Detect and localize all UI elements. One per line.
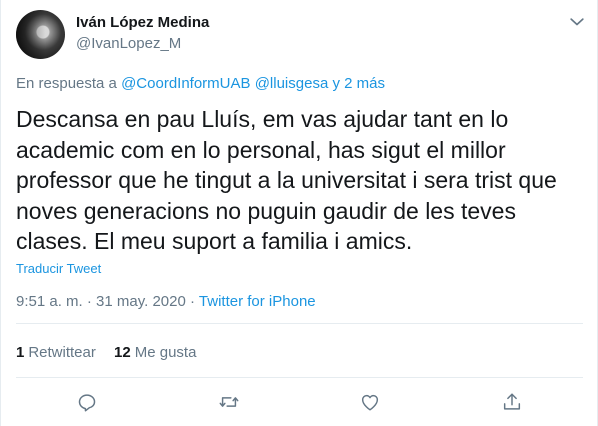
- reply-context: En respuesta a @CoordInformUAB @lluisges…: [16, 75, 385, 92]
- retweet-button[interactable]: [218, 391, 242, 415]
- mention-link[interactable]: @lluisgesa: [255, 75, 329, 92]
- tweet-stats: 1 Retwittear 12 Me gusta: [16, 344, 210, 361]
- like-icon: [361, 394, 379, 411]
- retweets-label: Retwittear: [28, 344, 96, 361]
- share-button[interactable]: [501, 391, 525, 415]
- author-name[interactable]: Iván López Medina: [76, 14, 209, 31]
- divider: [16, 323, 583, 324]
- tweet-text: Descansa en pau Lluís, em vas ajudar tan…: [16, 106, 557, 254]
- tweet-source-link[interactable]: Twitter for iPhone: [199, 293, 316, 310]
- likes-label: Me gusta: [134, 344, 197, 361]
- tweet-card: Iván López Medina @IvanLopez_M En respue…: [0, 0, 598, 426]
- author-handle[interactable]: @IvanLopez_M: [76, 35, 181, 52]
- meta-separator: ·: [86, 293, 92, 310]
- likes-stat[interactable]: 12 Me gusta: [114, 344, 196, 361]
- tweet-time[interactable]: 9:51 a. m.: [16, 293, 83, 310]
- reply-icon: [78, 394, 96, 412]
- tweet-date[interactable]: 31 may. 2020: [96, 293, 186, 310]
- more-mentions-link[interactable]: y 2 más: [332, 75, 385, 92]
- reply-button[interactable]: [76, 391, 100, 415]
- like-button[interactable]: [359, 391, 383, 415]
- retweets-count: 1: [16, 344, 25, 361]
- meta-separator: ·: [190, 293, 195, 310]
- divider: [16, 377, 583, 378]
- avatar-shade: [16, 10, 65, 59]
- reply-prefix: En respuesta a: [16, 75, 117, 92]
- retweets-stat[interactable]: 1 Retwittear: [16, 344, 96, 361]
- avatar[interactable]: [16, 10, 65, 59]
- retweet-icon: [219, 397, 239, 407]
- tweet-meta: 9:51 a. m. · 31 may. 2020 · Twitter for …: [16, 293, 316, 310]
- share-icon: [503, 393, 521, 410]
- likes-count: 12: [114, 344, 131, 361]
- chevron-down-icon[interactable]: [567, 12, 587, 32]
- translate-tweet-link[interactable]: Traducir Tweet: [16, 261, 101, 276]
- mention-link[interactable]: @CoordInformUAB: [121, 75, 250, 92]
